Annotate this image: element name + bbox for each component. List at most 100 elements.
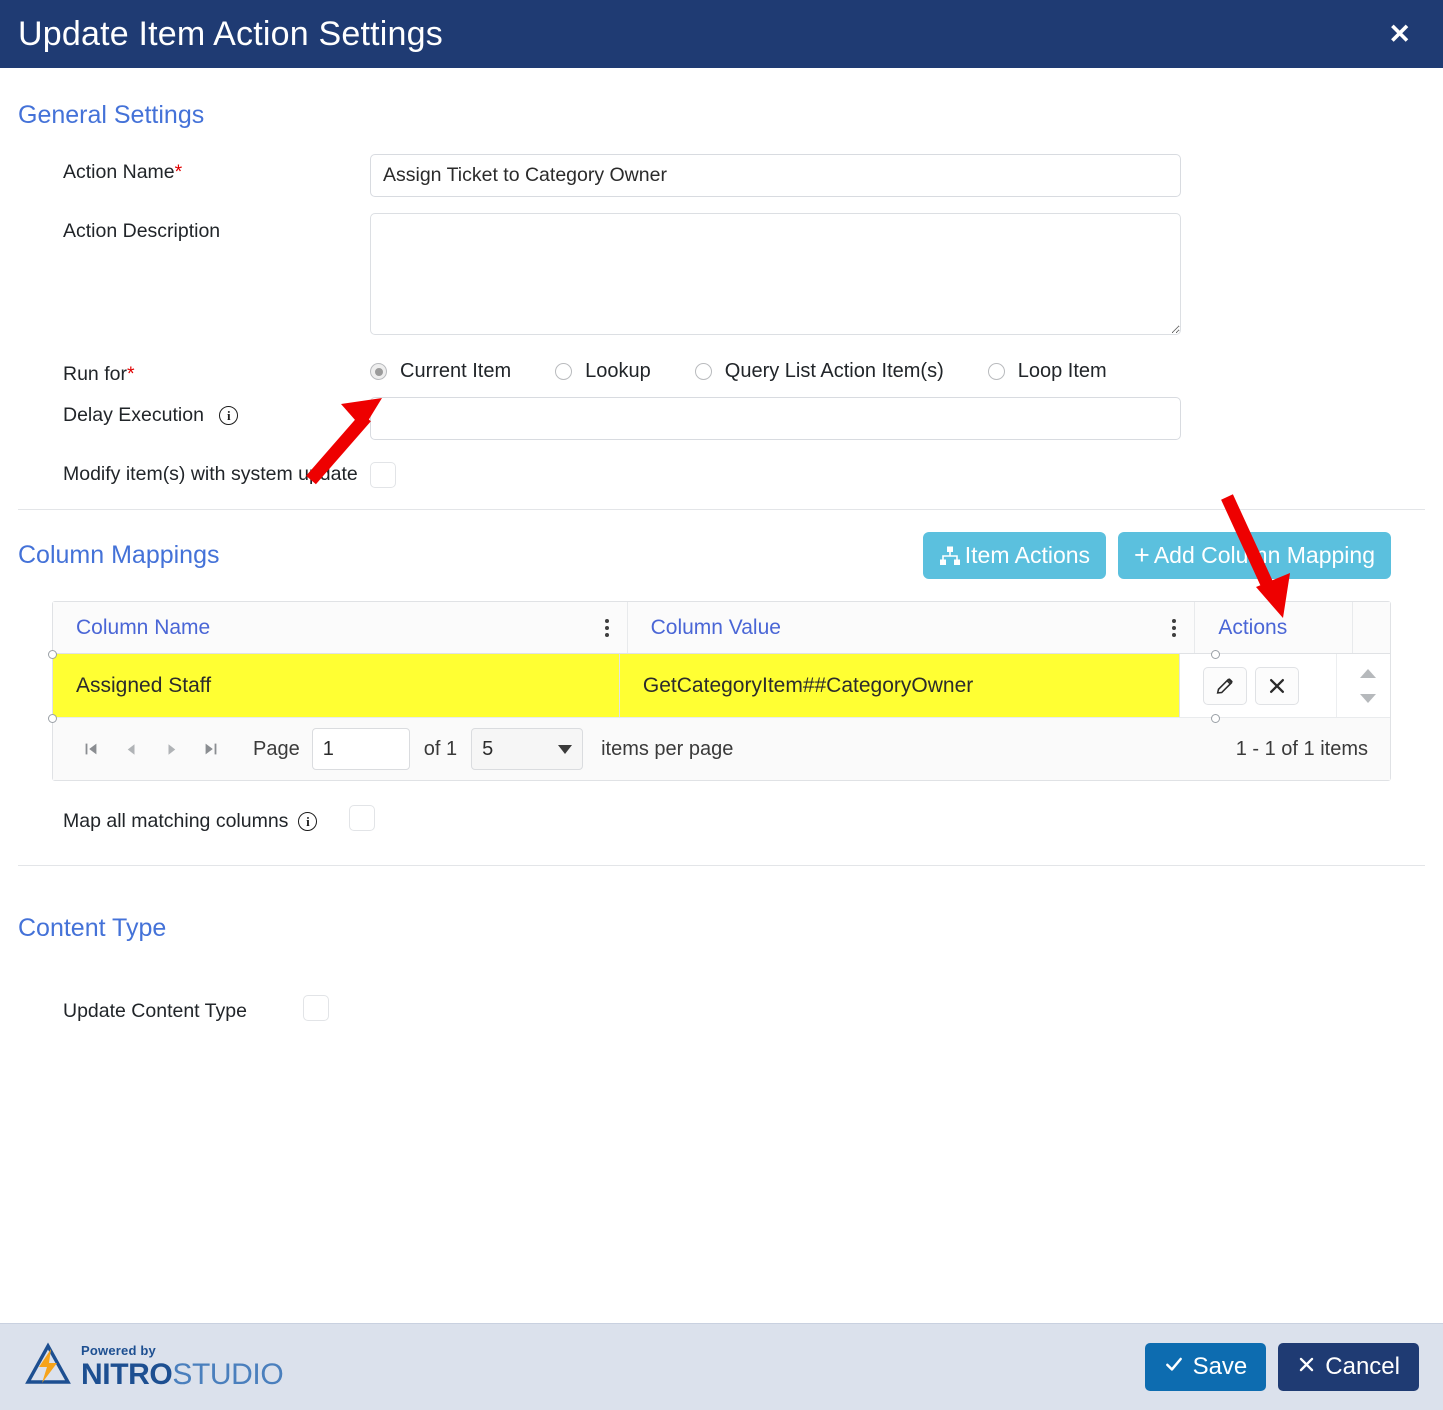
page-title: Update Item Action Settings [18, 14, 443, 53]
field-modify-system-update: Modify item(s) with system update [0, 456, 1443, 493]
radio-dot-icon [555, 363, 573, 380]
update-content-type-checkbox[interactable] [302, 995, 329, 1021]
radio-dot-icon [987, 363, 1005, 380]
selection-handle [1211, 650, 1220, 659]
radio-dot-icon [370, 363, 387, 380]
field-update-content-type: Update Content Type [0, 943, 1443, 1027]
previous-page-button[interactable] [111, 729, 151, 769]
logo-studio: STUDIO [172, 1358, 284, 1391]
sitemap-icon [939, 545, 961, 567]
run-for-radio-group: Current Item Lookup Query List Action It… [370, 356, 1181, 383]
radio-query-list-action-items[interactable]: Query List Action Item(s) [694, 360, 944, 383]
section-title-content-type: Content Type [18, 914, 167, 942]
plus-icon: + [1134, 540, 1150, 570]
dialog-titlebar: Update Item Action Settings ✕ [0, 0, 1443, 68]
modify-system-update-checkbox[interactable] [370, 462, 396, 488]
lightning-triangle-icon [24, 1341, 72, 1393]
page-label: Page [253, 737, 300, 760]
delay-execution-label: Delay Execution i [0, 397, 370, 428]
move-up-icon[interactable] [1360, 668, 1377, 678]
first-page-button[interactable] [71, 729, 111, 769]
check-icon [1164, 1353, 1184, 1381]
save-label: Save [1192, 1353, 1248, 1380]
delete-icon[interactable] [1255, 666, 1300, 705]
close-x-icon [1297, 1353, 1316, 1381]
column-header-label: Column Name [76, 615, 211, 639]
page-number-input[interactable] [311, 728, 410, 770]
next-page-button[interactable] [151, 729, 191, 769]
page-total-label: of 1 [423, 737, 458, 760]
column-mappings-toolbar: Item Actions + Add Column Mapping [922, 532, 1391, 579]
section-title-general: General Settings [18, 101, 205, 129]
cancel-button[interactable]: Cancel [1278, 1343, 1419, 1391]
section-title-column-mappings: Column Mappings [18, 541, 220, 569]
selection-handle [48, 714, 57, 723]
field-delay-execution: Delay Execution i [0, 397, 1443, 440]
radio-current-item[interactable]: Current Item [370, 360, 511, 383]
dialog-body: General Settings Action Name* Action Des… [0, 68, 1443, 1323]
info-icon[interactable]: i [219, 406, 239, 426]
action-description-label: Action Description [63, 220, 221, 242]
chevron-down-icon [558, 744, 573, 754]
action-name-label: Action Name* [63, 161, 183, 183]
cell-actions [1180, 654, 1336, 717]
action-description-textarea[interactable] [370, 213, 1181, 335]
logo-nitro: NITRO [81, 1358, 173, 1391]
radio-lookup[interactable]: Lookup [555, 360, 651, 383]
radio-dot-icon [694, 363, 712, 380]
close-icon[interactable]: ✕ [1382, 17, 1417, 52]
update-item-action-settings-dialog: Update Item Action Settings ✕ General Se… [0, 0, 1443, 1410]
selection-handle [1211, 714, 1220, 723]
column-header-column-name[interactable]: Column Name [53, 602, 628, 653]
action-name-input[interactable] [370, 154, 1181, 197]
cell-column-name: Assigned Staff [53, 654, 620, 717]
general-settings-form: Action Name* Action Description Run for* [0, 154, 1443, 493]
column-header-column-value[interactable]: Column Value [628, 602, 1196, 653]
add-column-mapping-label: Add Column Mapping [1153, 542, 1375, 568]
column-header-spacer [1353, 602, 1390, 653]
map-all-checkbox[interactable] [349, 805, 376, 831]
cancel-label: Cancel [1325, 1353, 1400, 1380]
map-all-label: Map all matching columns [63, 809, 289, 832]
field-map-all-matching-columns: Map all matching columns i [0, 781, 1443, 837]
column-header-label: Column Value [650, 615, 781, 639]
nitro-studio-logo: Powered by NITROSTUDIO [24, 1341, 284, 1393]
item-actions-label: Item Actions [964, 542, 1091, 568]
grid-header-row: Column Name Column Value Actions [53, 602, 1390, 654]
table-row[interactable]: Assigned Staff GetCategoryItem##Category… [53, 654, 1390, 718]
page-size-select[interactable]: 5 [471, 728, 584, 770]
logo-text: Powered by NITROSTUDIO [81, 1343, 284, 1391]
cell-reorder [1336, 654, 1390, 717]
modify-system-update-label: Modify item(s) with system update [63, 463, 358, 485]
cell-column-value: GetCategoryItem##CategoryOwner [619, 654, 1181, 717]
field-run-for: Run for* Current Item Lookup Query List … [0, 356, 1443, 387]
last-page-button[interactable] [191, 729, 231, 769]
delay-execution-input[interactable] [370, 397, 1181, 440]
reorder-controls [1360, 668, 1377, 703]
column-header-label: Actions [1218, 615, 1288, 639]
required-marker: * [174, 161, 183, 183]
column-mappings-grid: Column Name Column Value Actions Assigne… [48, 601, 1391, 781]
required-marker: * [126, 363, 135, 385]
run-for-label: Run for* [63, 363, 135, 385]
info-icon[interactable]: i [298, 811, 318, 831]
footer-actions: Save Cancel [1144, 1343, 1419, 1391]
logo-powered-by: Powered by [81, 1343, 156, 1358]
field-action-description: Action Description [0, 213, 1443, 340]
items-per-page-label: items per page [601, 737, 734, 760]
grid-pager: Page of 1 5 items per page 1 - 1 of 1 it… [53, 718, 1390, 780]
edit-icon[interactable] [1203, 666, 1248, 705]
dialog-footer: Powered by NITROSTUDIO Save Cancel [0, 1323, 1443, 1410]
add-column-mapping-button[interactable]: + Add Column Mapping [1118, 532, 1391, 579]
column-mappings-header: Column Mappings Item Actions + Add Colum… [0, 510, 1443, 579]
column-menu-icon[interactable] [1168, 615, 1180, 641]
item-actions-button[interactable]: Item Actions [922, 532, 1107, 579]
move-down-icon[interactable] [1360, 693, 1377, 703]
column-menu-icon[interactable] [601, 615, 613, 641]
selection-handle [48, 650, 57, 659]
radio-loop-item[interactable]: Loop Item [987, 360, 1107, 383]
page-size-value: 5 [482, 737, 494, 760]
update-content-type-label: Update Content Type [63, 999, 247, 1022]
save-button[interactable]: Save [1144, 1343, 1267, 1391]
column-header-actions: Actions [1195, 602, 1353, 653]
